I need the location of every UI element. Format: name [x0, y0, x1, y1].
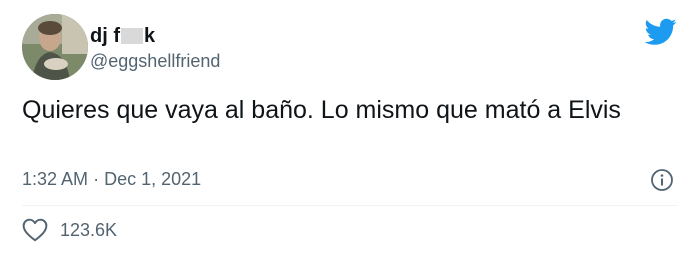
- heart-icon[interactable]: [22, 218, 48, 242]
- display-name-end: k: [144, 25, 156, 47]
- tweet-timestamp[interactable]: 1:32 AM · Dec 1, 2021: [22, 168, 201, 190]
- like-count: 123.6K: [60, 220, 118, 240]
- display-name[interactable]: dj f k: [90, 24, 155, 48]
- tweet-date: Dec 1, 2021: [104, 169, 202, 189]
- info-icon[interactable]: [650, 168, 674, 192]
- divider: [22, 205, 678, 206]
- like-group[interactable]: 123.6K: [22, 218, 117, 242]
- meta-separator: ·: [93, 169, 100, 189]
- display-name-start: dj f: [90, 25, 120, 47]
- censor-block: [121, 28, 143, 44]
- tweet-time: 1:32 AM: [22, 169, 89, 189]
- avatar-photo: [22, 14, 88, 80]
- avatar[interactable]: [22, 14, 88, 80]
- twitter-bird-icon[interactable]: [645, 18, 677, 46]
- tweet-text: Quieres que vaya al baño. Lo mismo que m…: [22, 96, 621, 124]
- tweet-card: dj f k @eggshellfriend Quieres que vaya …: [0, 0, 700, 257]
- user-handle[interactable]: @eggshellfriend: [90, 50, 220, 72]
